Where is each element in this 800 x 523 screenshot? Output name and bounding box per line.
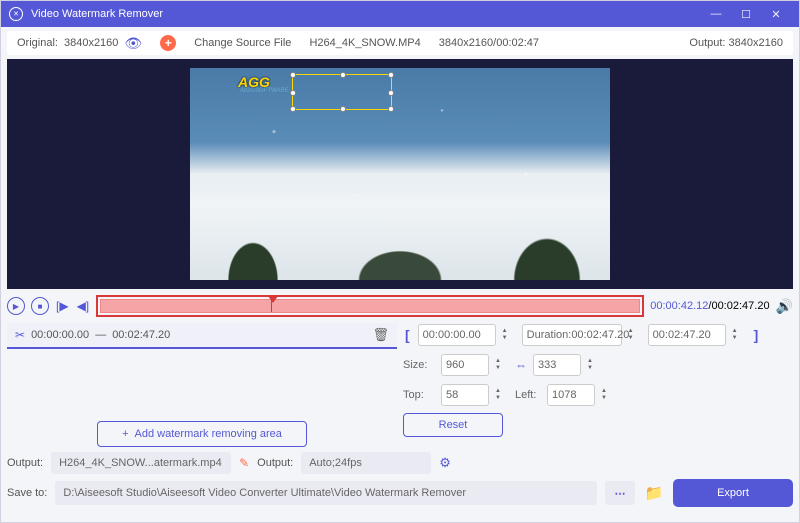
playback-controls: ▶ ■ [▶ ◀] 00:00:42.12/00:02:47.20 🔊: [7, 293, 793, 319]
trim-start-bracket[interactable]: [: [403, 327, 412, 343]
selection-box[interactable]: [292, 74, 392, 110]
original-label: Original:: [17, 37, 58, 49]
close-button[interactable]: ✕: [761, 8, 791, 21]
play-button[interactable]: ▶: [7, 297, 25, 315]
size-label: Size:: [403, 359, 435, 371]
watermark-subtext: AIGGSOFTWARE: [240, 88, 289, 94]
save-path-box: D:\Aiseesoft Studio\Aiseesoft Video Conv…: [55, 481, 597, 505]
video-stage: AGG AIGGSOFTWARE: [7, 59, 793, 289]
left-input[interactable]: 1078: [547, 384, 595, 406]
preview-toggle-icon[interactable]: 👁: [124, 35, 142, 52]
reset-button[interactable]: Reset: [403, 413, 503, 437]
top-input[interactable]: 58: [441, 384, 489, 406]
link-aspect-icon[interactable]: ⇔: [515, 358, 527, 372]
save-to-label: Save to:: [7, 487, 47, 499]
top-label: Top:: [403, 389, 435, 401]
trim-end-bracket[interactable]: ]: [752, 327, 761, 343]
export-button[interactable]: Export: [673, 479, 793, 507]
output-row: Output: H264_4K_SNOW...atermark.mp4 ✎ Ou…: [7, 451, 793, 475]
stop-button[interactable]: ■: [31, 297, 49, 315]
output-label: Output:: [689, 37, 725, 49]
segment-start: 00:00:00.00: [31, 329, 89, 341]
volume-icon[interactable]: 🔊: [776, 298, 793, 315]
width-input[interactable]: 960: [441, 354, 489, 376]
trim-end-spinner[interactable]: ▲▼: [732, 324, 746, 346]
width-spinner[interactable]: ▲▼: [495, 354, 509, 376]
browse-button[interactable]: ⋯: [605, 481, 635, 505]
output-resolution: 3840x2160: [729, 37, 783, 49]
add-source-icon[interactable]: +: [160, 35, 176, 51]
trim-duration-input[interactable]: Duration:00:02:47.20: [522, 324, 622, 346]
minimize-button[interactable]: —: [701, 8, 731, 20]
timeline[interactable]: [100, 299, 640, 313]
top-spinner[interactable]: ▲▼: [495, 384, 509, 406]
timeline-highlight: [96, 295, 644, 317]
time-total: /00:02:47.20: [708, 300, 769, 312]
app-logo-icon: ✕: [9, 7, 23, 21]
original-resolution: 3840x2160: [64, 37, 118, 49]
plus-icon: +: [122, 428, 128, 440]
trim-end-input[interactable]: 00:02:47.20: [648, 324, 726, 346]
titlebar: ✕ Video Watermark Remover — ☐ ✕: [1, 1, 799, 27]
cut-icon: ✂: [15, 328, 25, 342]
output-format-label: Output:: [257, 457, 293, 469]
time-current: 00:00:42.12: [650, 300, 708, 312]
add-area-label: Add watermark removing area: [135, 428, 282, 440]
left-spinner[interactable]: ▲▼: [601, 384, 615, 406]
source-filename: H264_4K_SNOW.MP4: [309, 37, 420, 49]
video-preview[interactable]: AGG AIGGSOFTWARE: [190, 68, 610, 280]
open-folder-icon[interactable]: 📁: [643, 484, 665, 502]
edit-filename-icon[interactable]: ✎: [239, 456, 249, 470]
output-file-label: Output:: [7, 457, 43, 469]
height-spinner[interactable]: ▲▼: [587, 354, 601, 376]
output-settings-icon[interactable]: ⚙: [439, 455, 451, 471]
set-end-button[interactable]: ◀]: [76, 299, 91, 313]
height-input[interactable]: 333: [533, 354, 581, 376]
delete-segment-icon[interactable]: 🗑: [372, 327, 389, 343]
maximize-button[interactable]: ☐: [731, 8, 761, 21]
save-row: Save to: D:\Aiseesoft Studio\Aiseesoft V…: [7, 479, 793, 507]
add-area-button[interactable]: + Add watermark removing area: [97, 421, 307, 447]
output-format-box[interactable]: Auto;24fps: [301, 452, 431, 474]
output-filename-box: H264_4K_SNOW...atermark.mp4: [51, 452, 231, 474]
segment-end: 00:02:47.20: [112, 329, 170, 341]
source-meta: 3840x2160/00:02:47: [439, 37, 539, 49]
set-start-button[interactable]: [▶: [55, 299, 70, 313]
app-title: Video Watermark Remover: [31, 8, 163, 20]
segment-row[interactable]: ✂ 00:00:00.00 — 00:02:47.20 🗑: [7, 323, 397, 349]
info-bar: Original: 3840x2160 👁 + Change Source Fi…: [7, 31, 793, 55]
left-label: Left:: [515, 389, 541, 401]
segment-dash: —: [95, 329, 106, 341]
trim-duration-spinner[interactable]: ▲▼: [628, 324, 642, 346]
change-source-button[interactable]: Change Source File: [194, 37, 291, 49]
trim-start-spinner[interactable]: ▲▼: [502, 324, 516, 346]
trim-start-input[interactable]: 00:00:00.00: [418, 324, 496, 346]
